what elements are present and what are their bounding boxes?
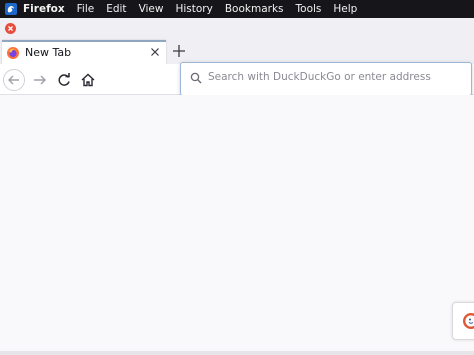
- search-icon: [190, 72, 202, 84]
- system-menubar: Firefox File Edit View History Bookmarks…: [0, 0, 474, 18]
- close-icon[interactable]: [148, 45, 162, 59]
- duckduckgo-icon: [463, 313, 474, 329]
- menu-view[interactable]: View: [139, 3, 164, 15]
- address-placeholder: Search with DuckDuckGo or enter address: [208, 71, 431, 83]
- menu-bookmarks[interactable]: Bookmarks: [225, 3, 284, 15]
- window-bottom-edge: [0, 351, 474, 355]
- window-titlebar: [0, 18, 474, 38]
- firefox-icon[interactable]: [5, 3, 17, 15]
- menu-file[interactable]: File: [77, 3, 95, 15]
- menu-edit[interactable]: Edit: [106, 3, 126, 15]
- arrow-right-icon[interactable]: [29, 69, 51, 91]
- reload-icon[interactable]: [53, 69, 75, 91]
- tab-new-tab[interactable]: New Tab: [2, 40, 166, 66]
- plus-icon[interactable]: [171, 43, 187, 59]
- close-window-icon[interactable]: [5, 23, 16, 34]
- menu-history[interactable]: History: [175, 3, 212, 15]
- firefox-icon: [7, 47, 19, 59]
- menu-help[interactable]: Help: [333, 3, 357, 15]
- home-icon[interactable]: [77, 69, 99, 91]
- new-tab-page: [0, 95, 474, 355]
- address-bar[interactable]: Search with DuckDuckGo or enter address: [180, 62, 472, 96]
- menu-tools[interactable]: Tools: [296, 3, 322, 15]
- duckduckgo-widget[interactable]: [452, 302, 474, 340]
- arrow-left-icon[interactable]: [3, 69, 25, 91]
- tab-title: New Tab: [25, 46, 72, 59]
- menu-app-name[interactable]: Firefox: [23, 3, 65, 15]
